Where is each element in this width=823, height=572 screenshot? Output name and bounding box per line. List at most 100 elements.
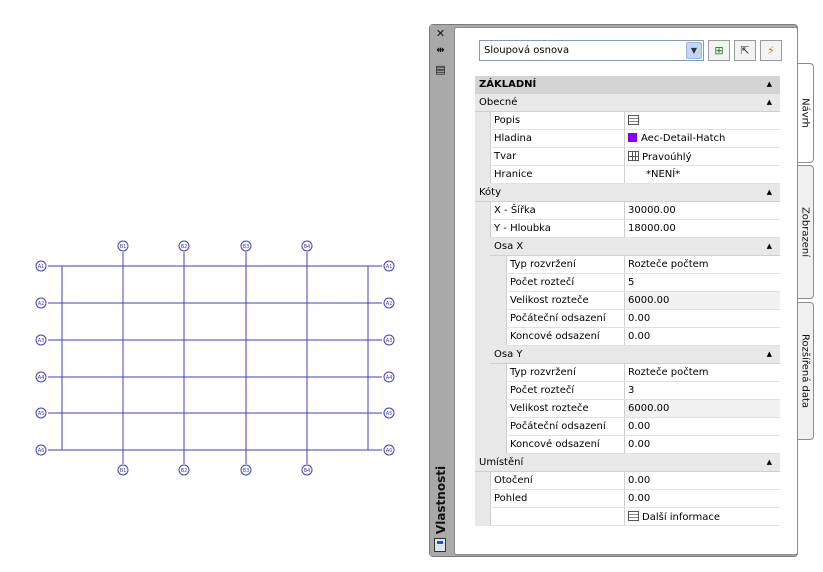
y-end-offset-value[interactable]: 0.00 — [624, 436, 780, 453]
svg-text:B1: B1 — [120, 244, 127, 250]
svg-text:A4: A4 — [386, 375, 393, 381]
more-info-button[interactable]: Další informace — [624, 508, 780, 525]
svg-text:A5: A5 — [386, 411, 393, 417]
svg-text:A1: A1 — [386, 264, 393, 270]
property-row[interactable]: Hladina Aec-Detail-Hatch — [475, 130, 780, 148]
shape-value[interactable]: Pravoúhlý — [624, 148, 780, 165]
palette-titlebar[interactable]: ✕ ⇹ ▤ Vlastnosti — [430, 25, 451, 556]
column-grid-drawing[interactable]: B1 B2 B3 B4 B1 B2 B3 B4 A1 A2 A3 A4 A5 A6 A1 A2 A3 A4 A5 A6 — [0, 0, 420, 572]
property-row[interactable]: X - Šířka 30000.00 — [475, 202, 780, 220]
description-value[interactable] — [624, 112, 780, 129]
property-row[interactable]: Počáteční odsazení 0.00 — [475, 310, 780, 328]
x-bay-count-value[interactable]: 5 — [624, 274, 780, 291]
grid-bubble-left: A5 — [35, 407, 47, 419]
property-row[interactable]: Tvar Pravoúhlý — [475, 148, 780, 166]
property-grid: ZÁKLADNÍ ▲ Obecné ▲ Popis Hladina Aec-De… — [475, 76, 780, 526]
x-width-value[interactable]: 30000.00 — [624, 202, 780, 219]
object-type-select[interactable]: Sloupová osnova ▼ — [479, 40, 704, 61]
grid-bubble-right: A3 — [383, 334, 395, 346]
tab-navrh[interactable]: Návrh — [796, 63, 814, 163]
property-row[interactable]: Počáteční odsazení 0.00 — [475, 418, 780, 436]
category-koty[interactable]: Kóty ▲ — [475, 184, 780, 202]
svg-text:A6: A6 — [38, 448, 45, 454]
property-row[interactable]: Popis — [475, 112, 780, 130]
collapse-icon[interactable]: ▲ — [767, 458, 772, 466]
property-row[interactable]: Koncové odsazení 0.00 — [475, 328, 780, 346]
pickadd-button[interactable]: ⚡ — [760, 40, 782, 61]
y-start-offset-value[interactable]: 0.00 — [624, 418, 780, 435]
tab-zobrazeni[interactable]: Zobrazení — [796, 165, 814, 299]
more-info-icon — [628, 511, 639, 521]
property-row[interactable]: Počet roztečí 3 — [475, 382, 780, 400]
quick-select-icon: ⊞ — [714, 44, 724, 57]
select-objects-button[interactable]: ⇱ — [734, 40, 756, 61]
svg-text:A5: A5 — [38, 411, 45, 417]
select-objects-icon: ⇱ — [740, 44, 750, 57]
collapse-icon[interactable]: ▲ — [767, 80, 772, 88]
grid-bubble-right: A5 — [383, 407, 395, 419]
property-row[interactable]: Velikost rozteče 6000.00 — [475, 292, 780, 310]
property-row[interactable]: Počet roztečí 5 — [475, 274, 780, 292]
chevron-down-icon[interactable]: ▼ — [686, 42, 702, 59]
grid-bubble-left: A3 — [35, 334, 47, 346]
property-row[interactable]: Pohled 0.00 — [475, 490, 780, 508]
svg-text:A6: A6 — [386, 448, 393, 454]
x-end-offset-value[interactable]: 0.00 — [624, 328, 780, 345]
property-row[interactable]: Hranice *NENÍ* — [475, 166, 780, 184]
close-icon[interactable]: ✕ — [434, 28, 447, 40]
x-start-offset-value[interactable]: 0.00 — [624, 310, 780, 327]
x-bay-size-value[interactable]: 6000.00 — [624, 292, 780, 309]
y-bay-count-value[interactable]: 3 — [624, 382, 780, 399]
description-icon — [628, 115, 639, 125]
collapse-icon[interactable]: ▲ — [767, 242, 772, 250]
collapse-icon[interactable]: ▲ — [767, 350, 772, 358]
x-layout-type-value[interactable]: Rozteče počtem — [624, 256, 780, 273]
category-osa-y[interactable]: Osa Y ▲ — [475, 346, 780, 364]
toggle-pickadd-icon: ⚡ — [767, 44, 775, 57]
collapse-icon[interactable]: ▲ — [767, 98, 772, 106]
property-row[interactable]: Typ rozvržení Rozteče počtem — [475, 256, 780, 274]
grid-lines — [48, 252, 382, 464]
grid-bubble-bottom: B4 — [301, 464, 313, 476]
properties-menu-icon[interactable]: ▤ — [434, 64, 447, 76]
view-value[interactable]: 0.00 — [624, 490, 780, 507]
property-row[interactable]: Velikost rozteče 6000.00 — [475, 400, 780, 418]
collapse-icon[interactable]: ▲ — [767, 188, 772, 196]
grid-bubble-right: A1 — [383, 260, 395, 272]
palette-title: Vlastnosti — [434, 465, 448, 535]
svg-text:B4: B4 — [304, 244, 311, 250]
palette-settings-icon[interactable] — [434, 538, 446, 552]
boundary-value[interactable]: *NENÍ* — [624, 166, 780, 183]
y-layout-type-value[interactable]: Rozteče počtem — [624, 364, 780, 381]
grid-shape-icon — [628, 151, 639, 161]
y-depth-value[interactable]: 18000.00 — [624, 220, 780, 237]
grid-bubble-right: A6 — [383, 444, 395, 456]
y-bay-size-value[interactable]: 6000.00 — [624, 400, 780, 417]
quick-select-button[interactable]: ⊞ — [708, 40, 730, 61]
layer-value[interactable]: Aec-Detail-Hatch — [624, 130, 780, 147]
grid-bubble-left: A4 — [35, 371, 47, 383]
category-osa-x[interactable]: Osa X ▲ — [475, 238, 780, 256]
svg-text:B2: B2 — [181, 244, 188, 250]
svg-text:A2: A2 — [386, 301, 393, 307]
svg-text:A3: A3 — [386, 338, 393, 344]
grid-bubble-top: B1 — [117, 240, 129, 252]
rotation-value[interactable]: 0.00 — [624, 472, 780, 489]
property-row[interactable]: Otočení 0.00 — [475, 472, 780, 490]
category-umisteni[interactable]: Umístění ▲ — [475, 454, 780, 472]
grid-bubbles: B1 B2 B3 B4 B1 B2 B3 B4 A1 A2 A3 A4 A5 A6 A1 A2 A3 A4 A5 A6 — [35, 240, 395, 476]
property-row[interactable]: Y - Hloubka 18000.00 — [475, 220, 780, 238]
grid-bubble-bottom: B1 — [117, 464, 129, 476]
tab-rozsirena-data[interactable]: Rozšířená data — [796, 302, 814, 440]
grid-bubble-right: A2 — [383, 297, 395, 309]
property-row[interactable]: Koncové odsazení 0.00 — [475, 436, 780, 454]
svg-text:B2: B2 — [181, 468, 188, 474]
category-zakladni[interactable]: ZÁKLADNÍ ▲ — [475, 76, 780, 94]
palette-content: Sloupová osnova ▼ ⊞ ⇱ ⚡ ZÁKLADNÍ ▲ Obecn… — [454, 27, 798, 555]
property-row[interactable]: Typ rozvržení Rozteče počtem — [475, 364, 780, 382]
category-obecne[interactable]: Obecné ▲ — [475, 94, 780, 112]
property-row[interactable]: Další informace — [475, 508, 780, 526]
auto-hide-icon[interactable]: ⇹ — [434, 45, 447, 57]
grid-bubble-bottom: B3 — [240, 464, 252, 476]
svg-text:A1: A1 — [38, 264, 45, 270]
